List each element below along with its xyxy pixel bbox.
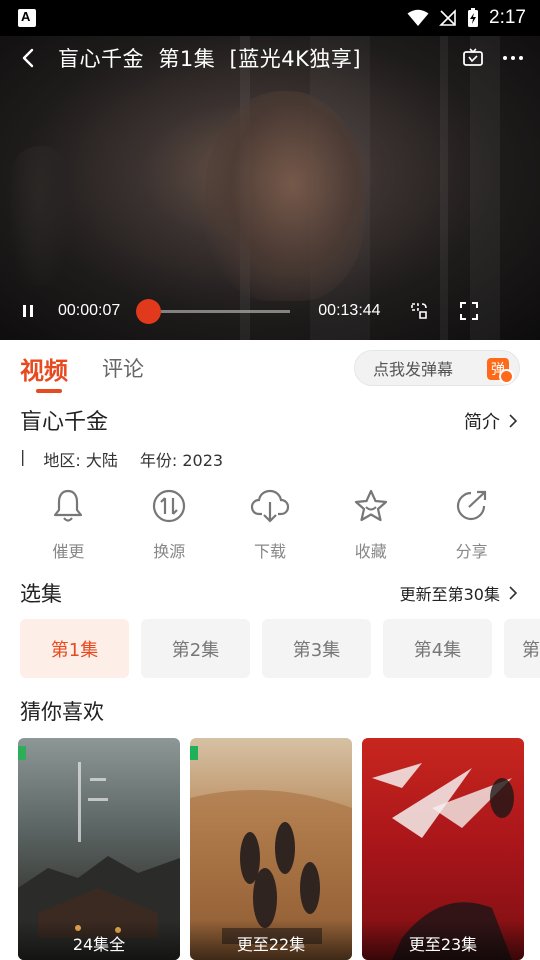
episodes-update-label: 更新至第30集: [399, 585, 500, 604]
episode-item-5[interactable]: 第: [504, 619, 540, 678]
star-icon: [351, 486, 391, 526]
meta-separator: |: [20, 447, 26, 466]
episode-item-1[interactable]: 第1集: [20, 619, 129, 678]
action-share[interactable]: 分享: [421, 486, 522, 566]
episodes-title: 选集: [20, 582, 62, 606]
action-label: 催更: [52, 542, 85, 561]
recommend-card[interactable]: 24集全: [18, 738, 180, 960]
intro-link[interactable]: 简介: [464, 408, 518, 434]
share-icon: [452, 486, 492, 526]
rotate-screen-icon[interactable]: [409, 301, 429, 321]
action-label: 换源: [153, 542, 186, 561]
app-root: 2:17 盲心千金 第1集 [蓝光4K独享]: [0, 0, 540, 960]
episode-list: 第1集 第2集 第3集 第4集 第: [20, 619, 540, 678]
player-top-actions: [462, 48, 524, 68]
danmu-icon: 弹: [487, 358, 514, 384]
meta-region: 地区: 大陆: [43, 451, 118, 470]
duration: 00:13:44: [318, 302, 381, 319]
tab-comments[interactable]: 评论: [102, 340, 144, 396]
action-favorite[interactable]: 收藏: [320, 486, 421, 566]
danmu-label: 点我发弹幕: [373, 360, 454, 379]
show-meta: | 地区: 大陆 年份: 2023: [20, 447, 223, 471]
action-label: 收藏: [354, 542, 387, 561]
status-icons: 2:17: [407, 7, 526, 29]
clock: 2:17: [489, 7, 526, 28]
tab-video[interactable]: 视频: [20, 340, 68, 396]
cast-tv-icon[interactable]: [462, 48, 484, 68]
status-bar: 2:17: [0, 0, 540, 36]
current-time: 00:00:07: [58, 302, 121, 319]
player-control-bar: 00:00:07 00:13:44: [0, 296, 540, 326]
player-top-bar: 盲心千金 第1集 [蓝光4K独享]: [0, 36, 540, 80]
app-notification-icon: [18, 9, 36, 27]
pause-icon[interactable]: [20, 303, 36, 319]
progress-bar[interactable]: [135, 298, 291, 324]
more-icon[interactable]: [502, 55, 524, 61]
recommend-list: 24集全 更至22集 更至23集: [18, 738, 524, 960]
video-player[interactable]: 盲心千金 第1集 [蓝光4K独享] 00:00:07 00:13:44: [0, 36, 540, 340]
action-download[interactable]: 下载: [220, 486, 321, 566]
progress-knob[interactable]: [135, 298, 161, 324]
card-caption: 24集全: [18, 920, 180, 960]
battery-charging-icon: [468, 8, 479, 27]
card-caption: 更至23集: [362, 920, 524, 960]
recommend-card[interactable]: 更至22集: [190, 738, 352, 960]
no-signal-icon: [439, 9, 456, 26]
chevron-right-icon: [509, 586, 518, 600]
download-icon: [250, 486, 290, 526]
episode-item-3[interactable]: 第3集: [262, 619, 371, 678]
episode-item-4[interactable]: 第4集: [383, 619, 492, 678]
intro-label: 简介: [464, 412, 500, 433]
action-label: 分享: [455, 542, 488, 561]
action-label: 下载: [253, 542, 286, 561]
video-frame-figure: [10, 146, 70, 286]
chevron-right-icon: [509, 414, 518, 428]
recommend-title: 猜你喜欢: [20, 700, 104, 724]
wifi-icon: [407, 9, 429, 26]
recommend-card[interactable]: 更至23集: [362, 738, 524, 960]
card-caption: 更至22集: [190, 920, 352, 960]
bell-icon: [48, 486, 88, 526]
video-frame-face: [205, 91, 365, 301]
switch-source-icon: [149, 486, 189, 526]
back-icon[interactable]: [16, 46, 40, 70]
show-title: 盲心千金: [20, 410, 109, 435]
meta-year: 年份: 2023: [139, 451, 224, 470]
episodes-update-link[interactable]: 更新至第30集: [400, 581, 518, 605]
content-tabs: 视频 评论 点我发弹幕 弹: [0, 340, 540, 396]
video-title: 盲心千金 第1集 [蓝光4K独享]: [58, 47, 362, 71]
danmu-button[interactable]: 点我发弹幕 弹: [354, 350, 520, 386]
action-switch-source[interactable]: 换源: [119, 486, 220, 566]
fullscreen-icon[interactable]: [459, 301, 479, 321]
episode-item-2[interactable]: 第2集: [141, 619, 250, 678]
action-remind-update[interactable]: 催更: [18, 486, 119, 566]
action-row: 催更 换源 下载 收藏 分享: [0, 486, 540, 566]
